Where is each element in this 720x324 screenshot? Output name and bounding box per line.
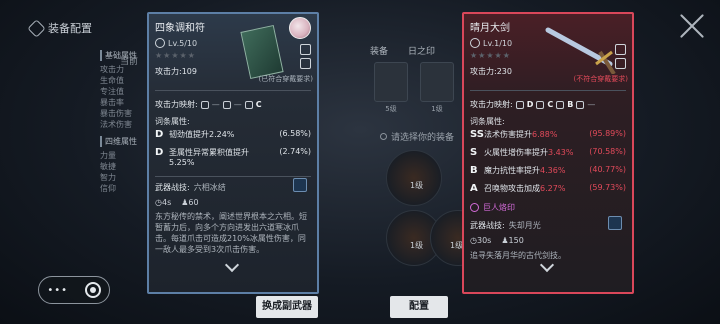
gear-icon xyxy=(27,18,46,38)
special-effect[interactable]: 巨人烙印 xyxy=(470,202,515,213)
int-icon xyxy=(556,100,565,109)
compare-item-card: 晴月大剑 Lv.1/10 ★★★★★ 攻击力:230 (不符合穿戴要求) 攻击力… xyxy=(462,12,634,294)
weapon-level: 1级 xyxy=(410,181,424,190)
divider xyxy=(155,90,311,91)
dex-icon xyxy=(536,100,545,109)
requirement-status: (已符合穿戴要求) xyxy=(258,75,313,83)
level-icon xyxy=(470,38,480,48)
attribute-row: D 圣属性异常累积值提升5.25% (2.74%) xyxy=(155,147,311,167)
divider xyxy=(470,90,626,91)
skill-stats: ◷30s ♟150 xyxy=(470,236,524,245)
weapon-skill: 武器战技: 六相冰结 xyxy=(155,183,226,192)
floating-control: ••• xyxy=(38,276,110,304)
purple-icon xyxy=(470,203,479,212)
item-level: Lv.5/10 xyxy=(155,38,197,48)
attack-value: 攻击力:109 xyxy=(155,67,197,76)
equip-slot[interactable] xyxy=(420,62,454,102)
attack-mapping: 攻击力映射: — — C xyxy=(155,100,262,109)
radio-icon xyxy=(380,133,387,140)
strength-icon xyxy=(200,100,209,109)
equipped-item-card: 四象调和符 Lv.5/10 ★★★★★ 攻击力:109 (已符合穿戴要求) 攻击… xyxy=(147,12,319,294)
equip-slot[interactable] xyxy=(374,62,408,102)
level-icon xyxy=(155,38,165,48)
greatsword-icon xyxy=(544,24,624,76)
attribute-row: D 韧劲值提升2.24% (6.58%) xyxy=(155,129,311,140)
mid-tabs: 装备 日之印 xyxy=(370,44,435,57)
close-button[interactable] xyxy=(678,12,706,40)
dex-icon xyxy=(222,100,231,109)
select-hint: 请选择你的装备 xyxy=(380,130,454,143)
attack-value: 攻击力:230 xyxy=(470,67,512,76)
tab-equipment[interactable]: 装备 xyxy=(370,44,388,57)
record-icon[interactable] xyxy=(84,282,101,298)
attributes-title: 词条属性: xyxy=(155,117,190,126)
star-rating: ★★★★★ xyxy=(470,51,511,60)
skill-icon[interactable] xyxy=(293,178,307,192)
attribute-row: B 魔力抗性率提升4.36% (40.77%) xyxy=(470,165,626,176)
divider xyxy=(155,176,311,177)
slot-level: 1级 xyxy=(431,105,443,113)
avatar xyxy=(289,17,311,39)
attribute-row: A 召唤物攻击加成6.27% (59.73%) xyxy=(470,183,626,194)
page-title: 装备配置 xyxy=(48,22,92,35)
header: 装备配置 xyxy=(27,18,92,38)
more-icon[interactable]: ••• xyxy=(47,285,68,296)
configure-button[interactable]: 配置 xyxy=(390,296,448,318)
skill-description: 东方秘传的禁术，阐述世界根本之六相。短暂蓄力后，向多个方向进发出六道寒冰爪击。每… xyxy=(155,212,307,254)
trash-icon[interactable] xyxy=(615,58,626,69)
item-name: 四象调和符 xyxy=(155,23,205,34)
cooldown: ◷30s xyxy=(470,236,492,245)
attributes-title: 词条属性: xyxy=(470,117,505,126)
talisman-icon xyxy=(240,24,284,80)
slot-level: 5级 xyxy=(385,105,397,113)
lock-icon[interactable] xyxy=(300,44,311,55)
skill-stats: ◷4s ♟60 xyxy=(155,198,199,207)
cost: ♟60 xyxy=(181,198,199,207)
lock-icon[interactable] xyxy=(615,44,626,55)
cost: ♟150 xyxy=(501,236,524,245)
strength-icon xyxy=(515,100,524,109)
weapon-skill: 武器战技: 失却月光 xyxy=(470,221,541,230)
item-level: Lv.1/10 xyxy=(470,38,512,48)
tab-sun-seal[interactable]: 日之印 xyxy=(408,44,435,57)
faith-icon xyxy=(576,100,585,109)
trash-icon[interactable] xyxy=(300,58,311,69)
attribute-row: SS 法术伤害提升6.88% (95.89%) xyxy=(470,129,626,140)
weapon-level: 1级 xyxy=(410,241,424,250)
equip-secondary-button[interactable]: 换成副武器 xyxy=(256,296,318,318)
skill-icon[interactable] xyxy=(608,216,622,230)
star-rating: ★★★★★ xyxy=(155,51,196,60)
weapon-option[interactable] xyxy=(386,150,442,206)
faith-icon xyxy=(244,100,253,109)
requirement-status: (不符合穿戴要求) xyxy=(573,75,628,83)
item-name: 晴月大剑 xyxy=(470,23,510,34)
chevron-down-icon[interactable] xyxy=(540,264,554,272)
cooldown: ◷4s xyxy=(155,198,172,207)
attack-mapping: 攻击力映射: D C B — xyxy=(470,100,596,109)
attribute-row: S 火属性增伤率提升3.43% (70.58%) xyxy=(470,147,626,158)
chevron-down-icon[interactable] xyxy=(225,264,239,272)
